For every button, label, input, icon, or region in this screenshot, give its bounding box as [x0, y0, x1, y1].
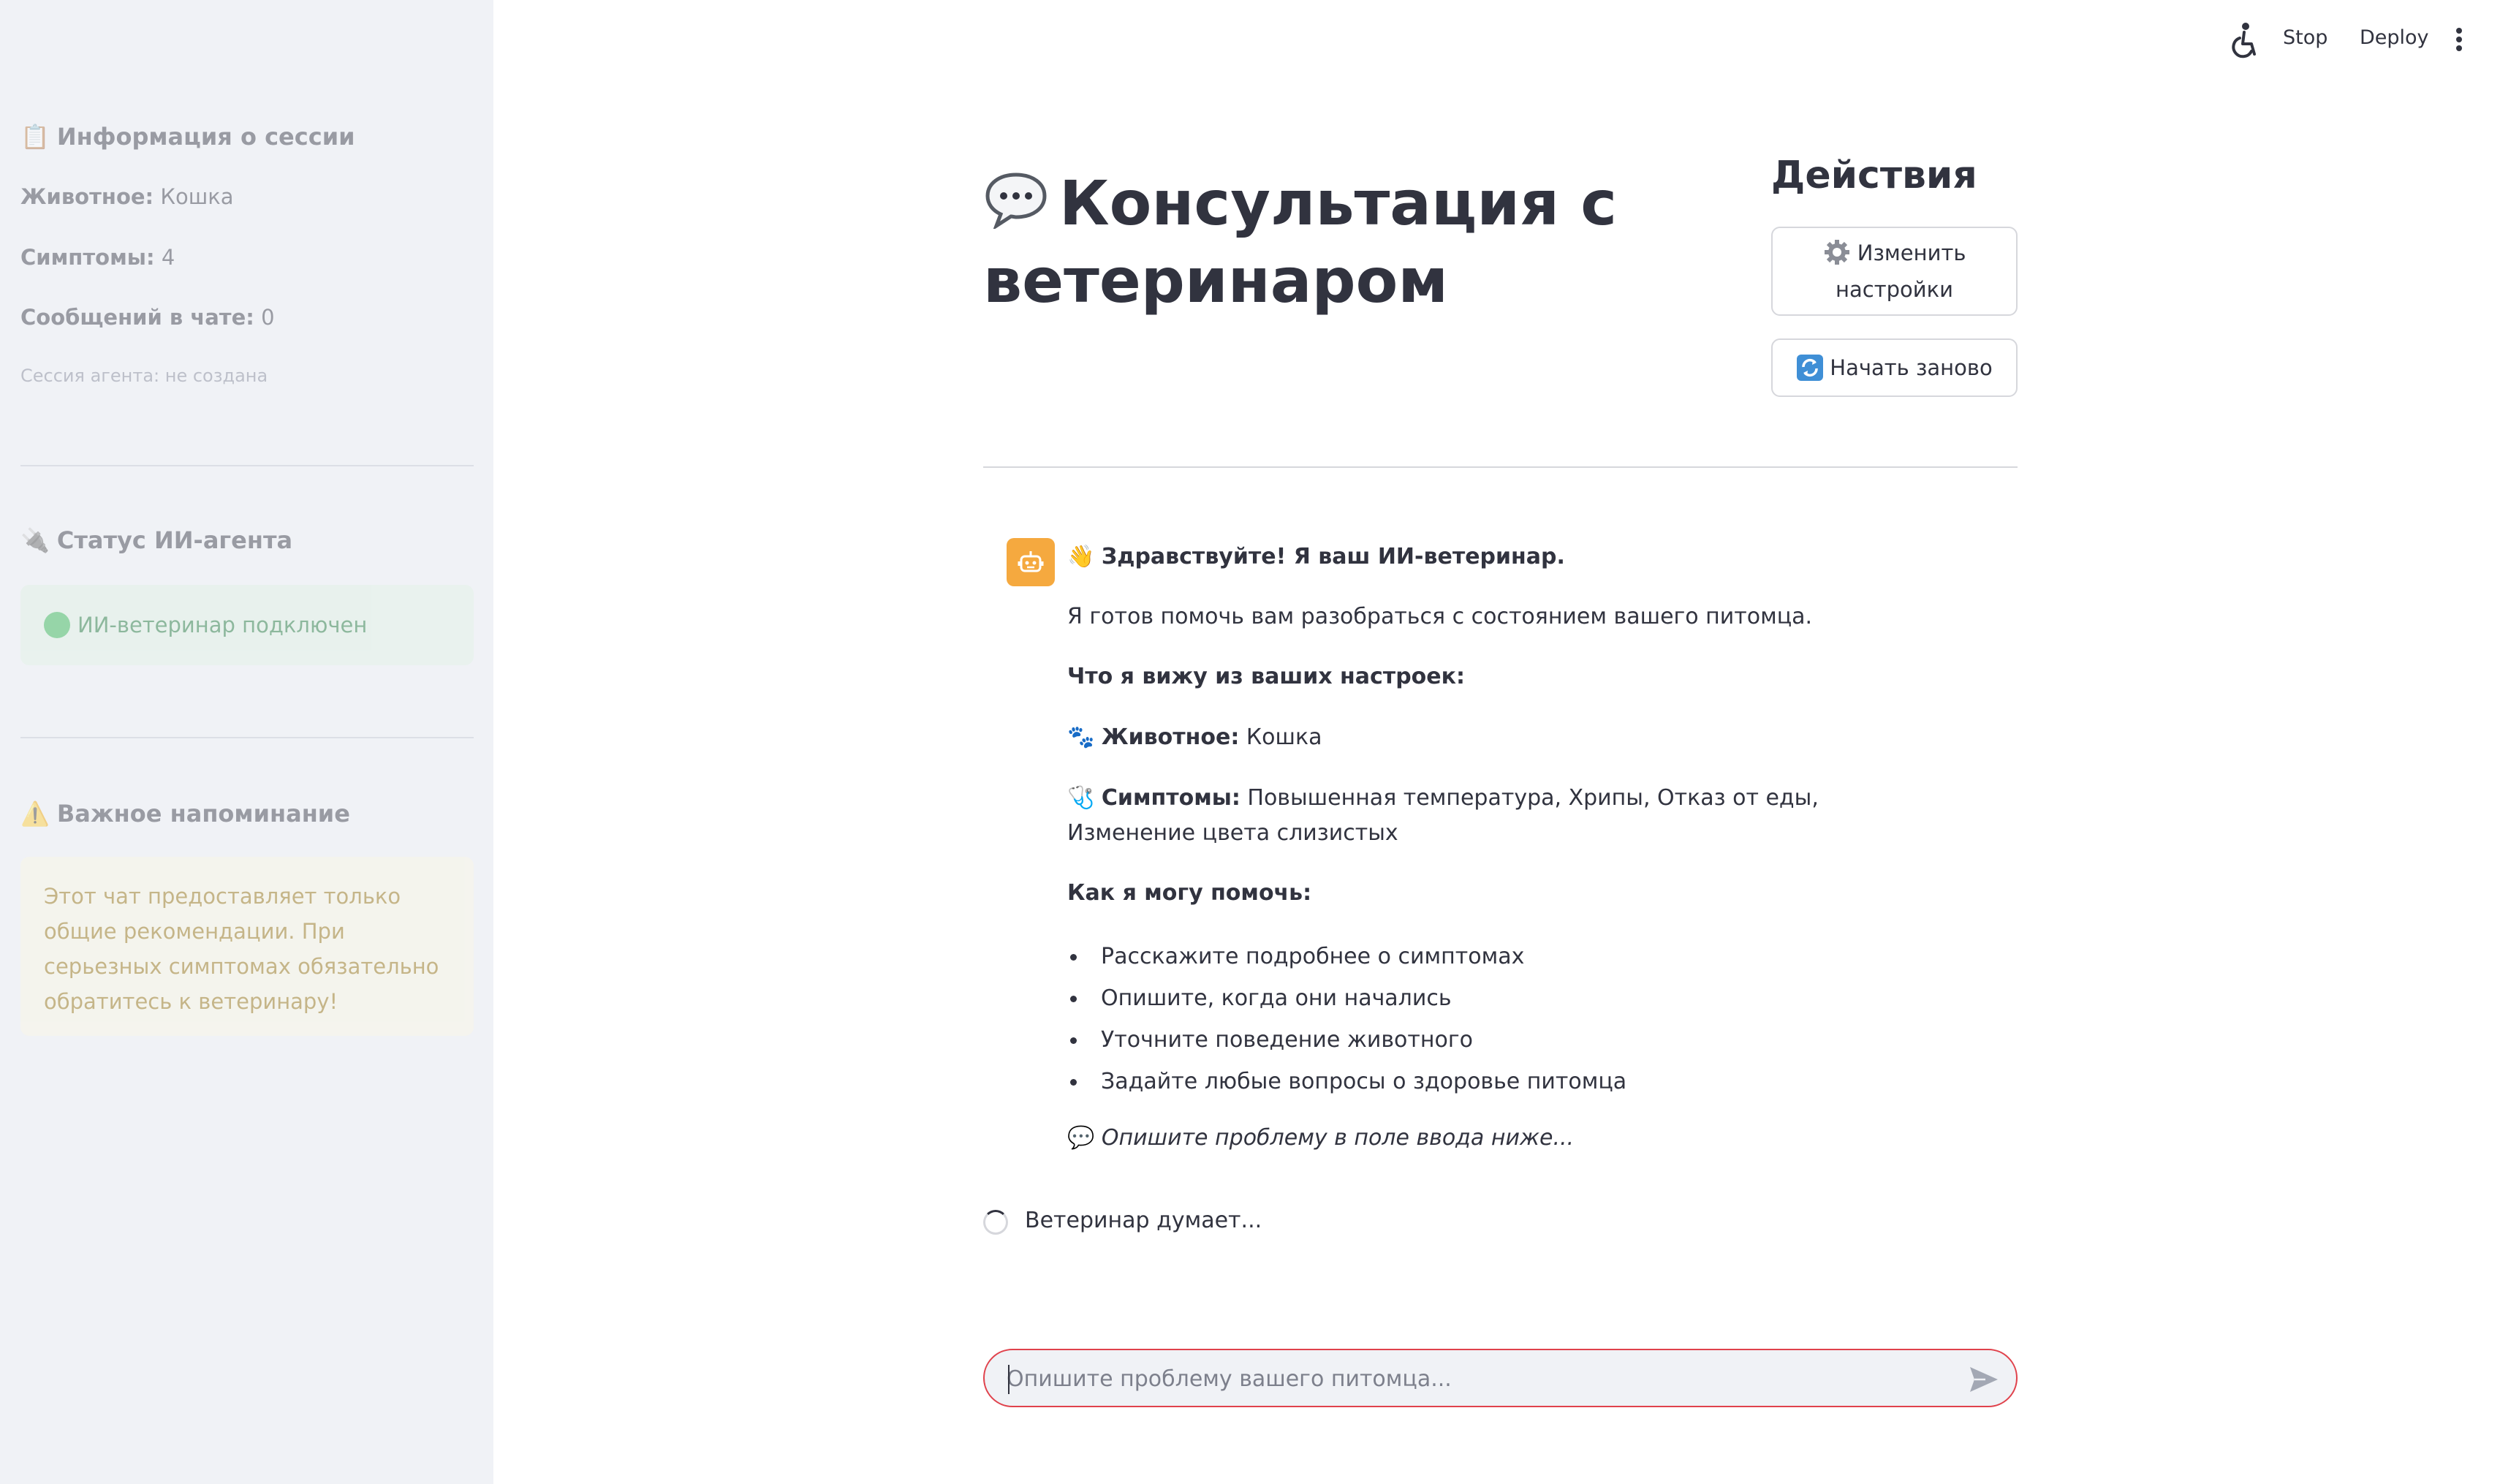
- main-divider: [983, 466, 2018, 468]
- session-agent-label: Сессия агента:: [20, 366, 160, 386]
- gear-icon: [1824, 240, 1849, 265]
- agent-status-message: ИИ-ветеринар подключен: [77, 613, 368, 637]
- message-animal-value: Кошка: [1246, 724, 1322, 750]
- page-title: Консультация с ветеринаром: [983, 164, 1714, 319]
- stethoscope-icon: 🩺: [1067, 785, 1095, 811]
- session-messages-label: Сообщений в чате:: [20, 305, 254, 330]
- green-circle-icon: [44, 612, 70, 638]
- message-intro: Я готов помочь вам разобраться с состоян…: [1067, 604, 1813, 629]
- help-heading-text: Как я могу помочь:: [1067, 880, 1312, 906]
- accessibility-icon[interactable]: [2230, 22, 2259, 58]
- page-title-line1: Консультация с: [1059, 167, 1618, 239]
- message-symptoms-label: Симптомы:: [1101, 785, 1240, 811]
- loading-spinner-icon: [983, 1210, 1008, 1235]
- thinking-status: Ветеринар думает...: [1025, 1208, 1262, 1233]
- message-footer: 💬 Опишите проблему в поле ввода ниже...: [1067, 1121, 2018, 1156]
- paw-prints-icon: 🐾: [1067, 724, 1095, 750]
- footer-text: Опишите проблему в поле ввода ниже...: [1101, 1125, 1575, 1151]
- chat-input[interactable]: [1007, 1358, 1942, 1400]
- reminder-title: Важное напоминание: [56, 800, 350, 828]
- session-symptoms-value: 4: [161, 245, 175, 270]
- change-settings-text-1: Изменить: [1857, 241, 1966, 265]
- main-content: Консультация с ветеринаром Действия Изме…: [983, 0, 2018, 1484]
- chat-input-container: [983, 1349, 2018, 1407]
- restart-button[interactable]: Начать заново: [1771, 338, 2018, 397]
- sidebar-divider: [20, 465, 474, 466]
- list-item: Опишите, когда они начались: [1067, 977, 1944, 1019]
- session-info-heading: 📋 Информация о сессии: [20, 123, 474, 151]
- warning-icon: ⚠️: [20, 800, 50, 828]
- more-menu-icon[interactable]: [2452, 26, 2466, 53]
- plug-icon: 🔌: [20, 526, 50, 554]
- agent-status-section: 🔌 Статус ИИ-агента: [20, 526, 474, 554]
- stop-button[interactable]: Stop: [2283, 26, 2327, 49]
- message-symptoms: 🩺 Симптомы: Повышенная температура, Хрип…: [1067, 781, 1944, 851]
- session-animal-label: Животное:: [20, 184, 154, 209]
- text-caret: [1008, 1365, 1010, 1394]
- reminder-text: Этот чат предоставляет только общие реко…: [44, 884, 439, 1014]
- session-agent-value: не создана: [164, 366, 268, 386]
- reminder-alert: Этот чат предоставляет только общие реко…: [20, 857, 474, 1036]
- session-info-section: 📋 Информация о сессии: [20, 123, 474, 151]
- agent-status-heading: 🔌 Статус ИИ-агента: [20, 526, 474, 554]
- session-messages: Сообщений в чате: 0: [20, 305, 474, 330]
- restart-text: Начать заново: [1830, 355, 1993, 380]
- message-help-heading: Как я могу помочь:: [1067, 876, 2018, 911]
- session-animal-value: Кошка: [160, 184, 234, 209]
- sidebar-divider: [20, 737, 474, 738]
- page-title-line2: ветеринаром: [983, 245, 1448, 317]
- reminder-heading: ⚠️ Важное напоминание: [20, 800, 474, 828]
- robot-icon: [1018, 551, 1044, 572]
- clipboard-icon: 📋: [20, 123, 50, 151]
- message-greeting: 👋 Здравствуйте! Я ваш ИИ-ветеринар.: [1067, 540, 2018, 575]
- assistant-avatar: [1007, 538, 1055, 586]
- deploy-button[interactable]: Deploy: [2360, 26, 2429, 49]
- change-settings-text-2: настройки: [1836, 277, 1953, 302]
- refresh-icon: [1797, 355, 1824, 381]
- session-animal: Животное: Кошка: [20, 184, 474, 209]
- send-icon[interactable]: [1968, 1365, 2000, 1394]
- speech-bubble-icon: 💬: [1067, 1125, 1095, 1151]
- list-item: Уточните поведение животного: [1067, 1019, 1944, 1061]
- session-agent: Сессия агента: не создана: [20, 366, 474, 386]
- seen-heading-text: Что я вижу из ваших настроек:: [1067, 664, 1465, 689]
- message-animal-label: Животное:: [1101, 724, 1240, 750]
- app-root: 📋 Информация о сессии Животное: Кошка Си…: [0, 0, 2500, 1484]
- waving-hand-icon: 👋: [1067, 544, 1095, 569]
- speech-bubble-icon: [985, 173, 1047, 229]
- session-messages-value: 0: [261, 305, 275, 330]
- greeting-text: Здравствуйте! Я ваш ИИ-ветеринар.: [1101, 544, 1565, 569]
- session-symptoms-label: Симптомы:: [20, 245, 155, 270]
- change-settings-label-line1: Изменить: [1823, 235, 1966, 271]
- session-symptoms: Симптомы: 4: [20, 245, 474, 270]
- reminder-section: ⚠️ Важное напоминание: [20, 800, 474, 828]
- message-animal: 🐾 Животное: Кошка: [1067, 720, 2018, 755]
- session-info-title: Информация о сессии: [56, 123, 355, 151]
- agent-status-alert: ИИ-ветеринар подключен: [20, 585, 474, 665]
- sidebar: 📋 Информация о сессии Животное: Кошка Си…: [0, 0, 493, 1484]
- change-settings-button[interactable]: Изменить настройки: [1771, 227, 2018, 316]
- message-seen-heading: Что я вижу из ваших настроек:: [1067, 659, 2018, 694]
- help-list: Расскажите подробнее о симптомах Опишите…: [1067, 936, 1944, 1102]
- list-item: Задайте любые вопросы о здоровье питомца: [1067, 1061, 1944, 1102]
- actions-heading: Действия: [1771, 154, 1977, 197]
- agent-status-title: Статус ИИ-агента: [56, 526, 293, 554]
- list-item: Расскажите подробнее о симптомах: [1067, 936, 1944, 977]
